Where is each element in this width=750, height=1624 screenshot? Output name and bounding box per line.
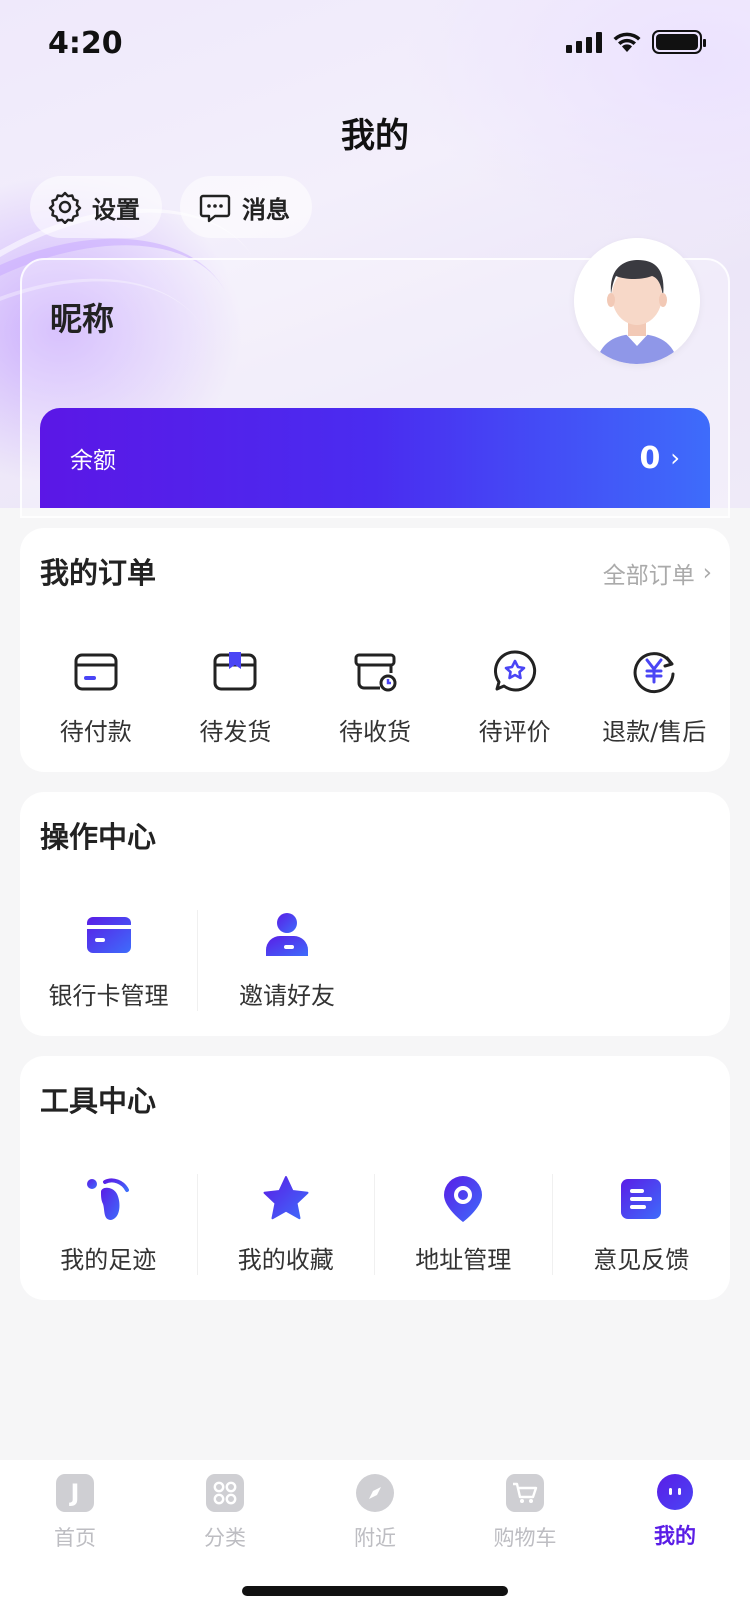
wifi-icon bbox=[613, 32, 641, 52]
category-grid-icon bbox=[206, 1474, 244, 1512]
order-refund-aftersale-label: 退款/售后 bbox=[602, 718, 707, 746]
messages-label: 消息 bbox=[242, 195, 290, 224]
order-pending-shipment[interactable]: 待发货 bbox=[166, 646, 306, 747]
tab-bar: J 首页 分类 附近 购物车 我的 bbox=[0, 1460, 750, 1624]
my-footprints-label: 我的足迹 bbox=[60, 1246, 157, 1274]
location-pin-icon bbox=[444, 1176, 483, 1222]
my-favorites-label: 我的收藏 bbox=[237, 1246, 334, 1274]
tab-home[interactable]: J 首页 bbox=[0, 1460, 150, 1552]
my-favorites[interactable]: 我的收藏 bbox=[198, 1174, 375, 1275]
wallet-icon bbox=[74, 653, 118, 691]
cart-icon bbox=[506, 1474, 544, 1512]
bank-card-icon bbox=[86, 917, 131, 953]
tab-profile[interactable]: 我的 bbox=[600, 1460, 750, 1552]
bank-card-management[interactable]: 银行卡管理 bbox=[20, 910, 198, 1011]
star-icon bbox=[263, 1176, 309, 1220]
avatar[interactable] bbox=[574, 238, 700, 364]
order-pending-review-label: 待评价 bbox=[478, 718, 551, 746]
cellular-signal-icon bbox=[566, 31, 602, 53]
page-title: 我的 bbox=[341, 116, 409, 156]
balance-value: 0 bbox=[639, 440, 661, 476]
order-pending-shipment-label: 待发货 bbox=[199, 718, 272, 746]
review-chat-icon bbox=[493, 650, 536, 692]
operations-card: 操作中心 银行卡管理 邀请好友 bbox=[20, 792, 730, 1036]
messages-button[interactable]: 消息 bbox=[180, 176, 312, 238]
package-icon bbox=[213, 652, 257, 691]
operations-title: 操作中心 bbox=[40, 820, 157, 854]
orders-title: 我的订单 bbox=[40, 556, 157, 590]
tab-nearby[interactable]: 附近 bbox=[300, 1460, 450, 1552]
tab-category[interactable]: 分类 bbox=[150, 1460, 300, 1552]
invite-friends-label: 邀请好友 bbox=[239, 982, 335, 1010]
address-management[interactable]: 地址管理 bbox=[375, 1174, 553, 1275]
all-orders-link[interactable]: 全部订单 › bbox=[603, 556, 712, 590]
order-refund-aftersale[interactable]: 退款/售后 bbox=[584, 646, 724, 747]
tools-card: 工具中心 我的足迹 我的收藏 地址管理 意见反馈 bbox=[20, 1056, 730, 1300]
invite-user-icon bbox=[266, 913, 308, 956]
message-icon bbox=[199, 194, 231, 223]
nickname: 昵称 bbox=[50, 300, 115, 338]
battery-icon bbox=[652, 30, 706, 54]
chevron-right-icon: › bbox=[702, 560, 712, 586]
balance-label: 余额 bbox=[70, 448, 116, 474]
order-pending-receipt[interactable]: 待收货 bbox=[305, 646, 445, 747]
orders-card: 我的订单 全部订单 › 待付款 待发货 待收货 待评价 退款/售后 bbox=[20, 528, 730, 772]
home-icon: J bbox=[56, 1474, 94, 1512]
tab-category-label: 分类 bbox=[204, 1526, 246, 1550]
order-pending-payment-label: 待付款 bbox=[59, 718, 132, 746]
footprint-icon bbox=[87, 1178, 130, 1220]
settings-button[interactable]: 设置 bbox=[30, 176, 162, 238]
status-time: 4:20 bbox=[48, 26, 123, 61]
order-pending-review[interactable]: 待评价 bbox=[445, 646, 585, 747]
status-bar: 4:20 bbox=[0, 0, 750, 90]
tab-cart[interactable]: 购物车 bbox=[450, 1460, 600, 1552]
balance-bar[interactable]: 余额 0 › bbox=[40, 408, 710, 508]
all-orders-label: 全部订单 bbox=[602, 563, 695, 589]
refund-yen-icon bbox=[633, 652, 675, 694]
tab-cart-label: 购物车 bbox=[493, 1526, 557, 1550]
settings-label: 设置 bbox=[92, 195, 140, 224]
tab-nearby-label: 附近 bbox=[354, 1526, 396, 1550]
invite-friends[interactable]: 邀请好友 bbox=[198, 910, 376, 1011]
tab-home-label: 首页 bbox=[54, 1526, 96, 1550]
order-pending-payment[interactable]: 待付款 bbox=[26, 646, 166, 747]
tab-profile-label: 我的 bbox=[654, 1524, 696, 1548]
profile-face-icon bbox=[657, 1474, 693, 1510]
delivery-box-icon bbox=[354, 653, 397, 692]
feedback-label: 意见反馈 bbox=[593, 1246, 690, 1274]
bank-card-label: 银行卡管理 bbox=[48, 982, 169, 1010]
home-indicator bbox=[242, 1586, 508, 1596]
gear-icon bbox=[48, 191, 82, 224]
tools-title: 工具中心 bbox=[40, 1084, 157, 1118]
feedback[interactable]: 意见反馈 bbox=[553, 1174, 731, 1275]
order-pending-receipt-label: 待收货 bbox=[338, 718, 411, 746]
my-footprints[interactable]: 我的足迹 bbox=[20, 1174, 198, 1275]
avatar-image bbox=[574, 238, 700, 364]
feedback-note-icon bbox=[621, 1179, 662, 1219]
compass-icon bbox=[356, 1474, 394, 1512]
address-management-label: 地址管理 bbox=[415, 1246, 512, 1274]
chevron-right-icon: › bbox=[670, 444, 680, 472]
